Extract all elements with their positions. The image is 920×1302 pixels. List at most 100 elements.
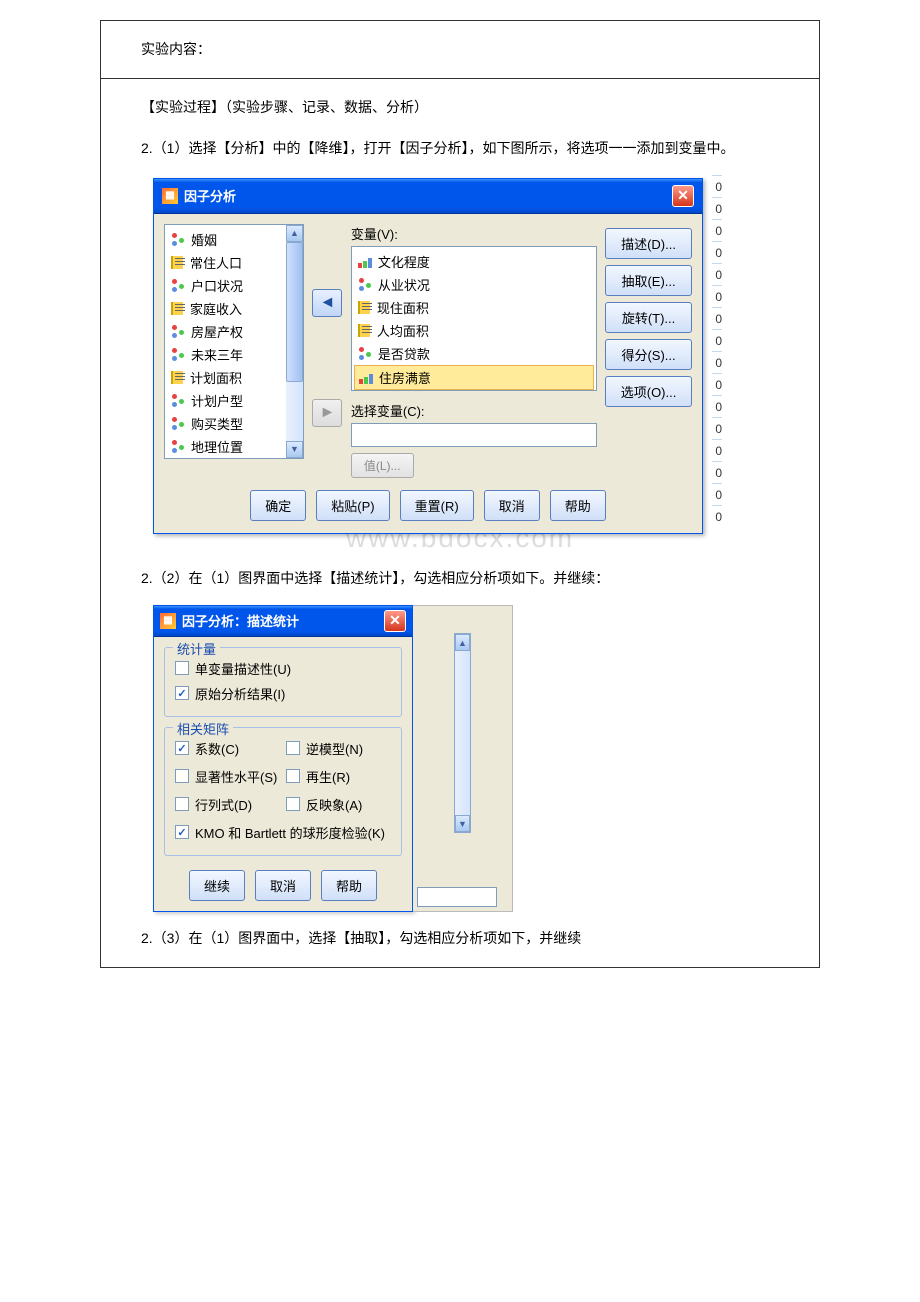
dialog1-title: 因子分析 [184,186,236,205]
move-to-variables-button[interactable]: ◄ [312,289,342,317]
source-var-item[interactable]: 户口状况 [167,274,301,297]
target-var-item[interactable]: 人均面积 [354,319,594,342]
selection-variable-label: 选择变量(C): [351,401,597,420]
var-label: 计划面积 [190,368,242,387]
significance-label: 显著性水平(S) [195,767,277,786]
scale-icon [171,256,186,269]
rotate-button[interactable]: 旋转(T)... [605,302,692,333]
var-label: 购买类型 [191,414,243,433]
source-var-item[interactable]: 购房价位 [167,458,301,459]
univariate-label: 单变量描述性(U) [195,659,291,678]
determinant-label: 行列式(D) [195,795,252,814]
inverse-label: 逆模型(N) [306,739,363,758]
cell-main: 【实验过程】（实验步骤、记录、数据、分析） 2.（1）选择【分析】中的【降维】，… [101,79,819,967]
step-2-2: 2.（2）在（1）图界面中选择【描述统计】，勾选相应分析项如下。并继续： [113,558,807,599]
nominal-icon [171,325,187,338]
anti-image-label: 反映象(A) [306,795,362,814]
ordinal-icon [359,371,375,384]
var-label: 地理位置 [191,437,243,456]
var-label: 家庭收入 [190,299,242,318]
extract-button[interactable]: 抽取(E)... [605,265,692,296]
nominal-icon [171,233,187,246]
close-icon[interactable]: ✕ [672,185,694,207]
univariate-checkbox[interactable] [175,661,189,675]
source-var-item[interactable]: 房屋产权 [167,320,301,343]
help-button-2[interactable]: 帮助 [321,870,377,901]
grid-zeros: 000000 000000 0000 [712,175,722,527]
scroll-up-icon[interactable]: ▲ [286,225,303,242]
var-label: 计划户型 [191,391,243,410]
source-var-item[interactable]: 地理位置 [167,435,301,458]
background-panel: ▲ ▼ [413,605,513,912]
nominal-icon [358,278,374,291]
source-var-item[interactable]: 常住人口 [167,251,301,274]
nominal-icon [171,417,187,430]
step-2-3: 2.（3）在（1）图界面中，选择【抽取】，勾选相应分析项如下，并继续 [113,918,807,959]
cell-heading: 实验内容： [101,21,819,79]
correlation-matrix-groupbox: 相关矩阵 系数(C) 逆模型(N) 显著性水平(S) 再生(R) 行列式(D) … [164,727,402,856]
paste-button[interactable]: 粘贴(P) [316,490,389,521]
target-var-item[interactable]: 从业状况 [354,273,594,296]
var-label: 现住面积 [377,298,429,317]
source-variable-list[interactable]: 婚姻常住人口户口状况家庭收入房屋产权未来三年计划面积计划户型购买类型地理位置购房… [164,224,304,459]
descriptives-dialog: ▦ 因子分析：描述统计 ✕ 统计量 单变量描述性(U) 原 [153,605,413,912]
scale-icon [171,302,186,315]
variables-list[interactable]: 文化程度从业状况现住面积人均面积是否贷款住房满意 [351,246,597,391]
var-label: 住房满意 [379,368,431,387]
reset-button[interactable]: 重置(R) [400,490,474,521]
target-var-item[interactable]: 是否贷款 [354,342,594,365]
source-var-item[interactable]: 家庭收入 [167,297,301,320]
scroll-down-icon: ▼ [455,815,470,832]
determinant-checkbox[interactable] [175,797,189,811]
var-label: 文化程度 [378,252,430,271]
kmo-checkbox[interactable] [175,825,189,839]
selection-variable-box[interactable] [351,423,597,447]
document-frame: 实验内容： 【实验过程】（实验步骤、记录、数据、分析） 2.（1）选择【分析】中… [100,20,820,968]
coefficients-label: 系数(C) [195,739,239,758]
inverse-checkbox[interactable] [286,741,300,755]
initial-solution-checkbox[interactable] [175,686,189,700]
reproduced-label: 再生(R) [306,767,350,786]
var-label: 常住人口 [190,253,242,272]
source-var-item[interactable]: 计划面积 [167,366,301,389]
source-var-item[interactable]: 婚姻 [167,228,301,251]
cancel-button-2[interactable]: 取消 [255,870,311,901]
reproduced-checkbox[interactable] [286,769,300,783]
background-scrollbar: ▲ ▼ [454,633,471,833]
cancel-button[interactable]: 取消 [484,490,540,521]
continue-button[interactable]: 继续 [189,870,245,901]
scrollbar-left[interactable]: ▲ ▼ [286,225,303,458]
target-var-item[interactable]: 文化程度 [354,250,594,273]
scroll-thumb[interactable] [286,242,303,382]
scale-icon [171,371,186,384]
source-var-item[interactable]: 购买类型 [167,412,301,435]
ok-button[interactable]: 确定 [250,490,306,521]
close-icon[interactable]: ✕ [384,610,406,632]
variables-label: 变量(V): [351,224,597,243]
scroll-down-icon[interactable]: ▼ [286,441,303,458]
nominal-icon [171,348,187,361]
source-var-item[interactable]: 计划户型 [167,389,301,412]
target-var-item[interactable]: 住房满意 [354,365,594,390]
nominal-icon [171,440,187,453]
nominal-icon [358,347,374,360]
target-var-item[interactable]: 现住面积 [354,296,594,319]
dialog2-titlebar: ▦ 因子分析：描述统计 ✕ [154,606,412,637]
spss-icon: ▦ [160,613,176,629]
var-label: 婚姻 [191,230,217,249]
significance-checkbox[interactable] [175,769,189,783]
describe-button[interactable]: 描述(D)... [605,228,692,259]
statistics-group-title: 统计量 [173,639,220,658]
anti-image-checkbox[interactable] [286,797,300,811]
dialog1-titlebar: ▦ 因子分析 ✕ [154,179,702,214]
var-label: 从业状况 [378,275,430,294]
var-label: 人均面积 [377,321,429,340]
help-button[interactable]: 帮助 [550,490,606,521]
options-button[interactable]: 选项(O)... [605,376,692,407]
source-var-item[interactable]: 未来三年 [167,343,301,366]
move-to-selection-button[interactable]: ► [312,399,342,427]
scores-button[interactable]: 得分(S)... [605,339,692,370]
scroll-up-icon: ▲ [455,634,470,651]
factor-analysis-dialog: ▦ 因子分析 ✕ 婚姻常住人口户口状况家庭收入房屋产权未来三年计划面积计划户型购… [153,178,703,534]
coefficients-checkbox[interactable] [175,741,189,755]
